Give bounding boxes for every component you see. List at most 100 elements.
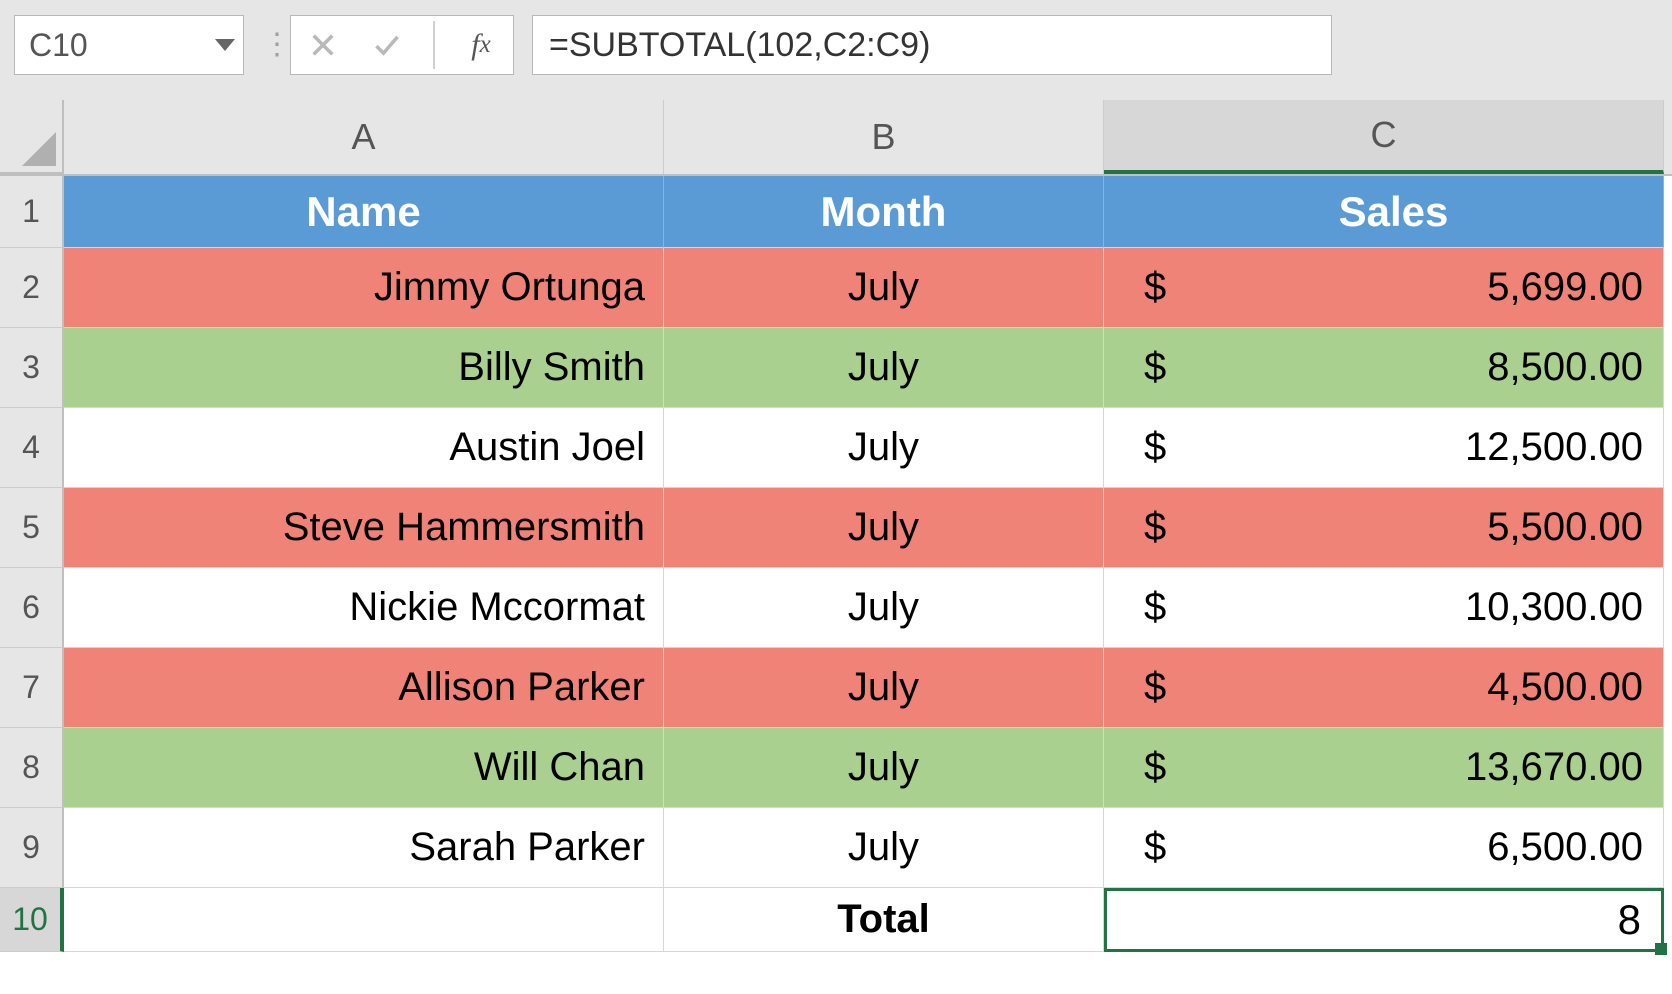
row-header[interactable]: 10 xyxy=(0,888,64,952)
cell-text: July xyxy=(848,585,919,630)
table-row: 9 Sarah Parker July $6,500.00 xyxy=(0,808,1672,888)
row-number: 2 xyxy=(22,269,40,306)
row-number: 5 xyxy=(22,509,40,546)
cell-total-label[interactable]: Total xyxy=(664,888,1104,952)
currency-symbol: $ xyxy=(1144,665,1166,710)
cell-text: Sarah Parker xyxy=(409,825,645,870)
data-rows: 1 Name Month Sales 2 Jimmy Ortunga July … xyxy=(0,176,1672,952)
row-number: 4 xyxy=(22,429,40,466)
cancel-formula-icon[interactable] xyxy=(305,27,341,63)
currency-symbol: $ xyxy=(1144,345,1166,390)
cell-empty[interactable] xyxy=(64,888,664,952)
cell-text: Billy Smith xyxy=(458,345,645,390)
cell-text: July xyxy=(848,265,919,310)
cell-month[interactable]: July xyxy=(664,648,1104,728)
cell-month[interactable]: July xyxy=(664,408,1104,488)
cell-text: Sales xyxy=(1339,188,1449,236)
cell-name[interactable]: Austin Joel xyxy=(64,408,664,488)
cell-sales[interactable]: $8,500.00 xyxy=(1104,328,1664,408)
formula-text: =SUBTOTAL(102,C2:C9) xyxy=(549,26,930,65)
insert-function-icon[interactable]: fx xyxy=(463,27,499,63)
row-number: 9 xyxy=(22,829,40,866)
cell-name[interactable]: Allison Parker xyxy=(64,648,664,728)
cell-text: 6,500.00 xyxy=(1166,825,1643,870)
enter-formula-icon[interactable] xyxy=(369,27,405,63)
cell-text: July xyxy=(848,665,919,710)
currency-symbol: $ xyxy=(1144,745,1166,790)
cell-text: 10,300.00 xyxy=(1166,585,1643,630)
cell-month[interactable]: July xyxy=(664,328,1104,408)
cell-total-value[interactable]: 8 xyxy=(1104,888,1664,952)
row-header[interactable]: 1 xyxy=(0,176,64,248)
cell-sales[interactable]: $12,500.00 xyxy=(1104,408,1664,488)
cell-text: Total xyxy=(837,897,930,942)
cell-text: 5,699.00 xyxy=(1166,265,1643,310)
cell-sales[interactable]: $4,500.00 xyxy=(1104,648,1664,728)
column-header-a[interactable]: A xyxy=(64,100,664,174)
cell-name[interactable]: Will Chan xyxy=(64,728,664,808)
header-cell-name[interactable]: Name xyxy=(64,176,664,248)
cell-sales[interactable]: $6,500.00 xyxy=(1104,808,1664,888)
row-number: 3 xyxy=(22,349,40,386)
cell-text: 5,500.00 xyxy=(1166,505,1643,550)
column-headers: A B C xyxy=(0,100,1672,176)
table-row: 8 Will Chan July $13,670.00 xyxy=(0,728,1672,808)
select-all-corner[interactable] xyxy=(0,100,64,174)
formula-bar-buttons: fx xyxy=(290,15,514,75)
currency-symbol: $ xyxy=(1144,265,1166,310)
cell-sales[interactable]: $5,500.00 xyxy=(1104,488,1664,568)
table-header-row: 1 Name Month Sales xyxy=(0,176,1672,248)
column-header-b[interactable]: B xyxy=(664,100,1104,174)
cell-text: Jimmy Ortunga xyxy=(374,265,645,310)
row-header[interactable]: 9 xyxy=(0,808,64,888)
row-header[interactable]: 4 xyxy=(0,408,64,488)
column-header-c[interactable]: C xyxy=(1104,100,1664,174)
table-row: 2 Jimmy Ortunga July $5,699.00 xyxy=(0,248,1672,328)
table-row: 4 Austin Joel July $12,500.00 xyxy=(0,408,1672,488)
name-box-value: C10 xyxy=(29,27,88,64)
cell-month[interactable]: July xyxy=(664,568,1104,648)
row-header[interactable]: 5 xyxy=(0,488,64,568)
cell-month[interactable]: July xyxy=(664,248,1104,328)
name-box-dropdown-icon[interactable] xyxy=(215,39,235,51)
cell-sales[interactable]: $10,300.00 xyxy=(1104,568,1664,648)
cell-name[interactable]: Steve Hammersmith xyxy=(64,488,664,568)
table-row: 7 Allison Parker July $4,500.00 xyxy=(0,648,1672,728)
row-header[interactable]: 8 xyxy=(0,728,64,808)
cell-text: Austin Joel xyxy=(449,425,645,470)
currency-symbol: $ xyxy=(1144,425,1166,470)
column-header-label: C xyxy=(1371,114,1397,156)
row-header[interactable]: 6 xyxy=(0,568,64,648)
cell-text: 8,500.00 xyxy=(1166,345,1643,390)
cell-month[interactable]: July xyxy=(664,808,1104,888)
header-cell-sales[interactable]: Sales xyxy=(1104,176,1664,248)
cell-text: Allison Parker xyxy=(398,665,645,710)
formula-input[interactable]: =SUBTOTAL(102,C2:C9) xyxy=(532,15,1332,75)
table-row: 6 Nickie Mccormat July $10,300.00 xyxy=(0,568,1672,648)
cell-text: Will Chan xyxy=(474,745,645,790)
cell-sales[interactable]: $13,670.00 xyxy=(1104,728,1664,808)
cell-month[interactable]: July xyxy=(664,488,1104,568)
row-header[interactable]: 3 xyxy=(0,328,64,408)
column-header-label: B xyxy=(871,116,895,158)
cell-name[interactable]: Sarah Parker xyxy=(64,808,664,888)
cell-text: July xyxy=(848,425,919,470)
currency-symbol: $ xyxy=(1144,585,1166,630)
cell-text: July xyxy=(848,825,919,870)
name-box[interactable]: C10 xyxy=(14,15,244,75)
table-total-row: 10 Total 8 xyxy=(0,888,1672,952)
cell-month[interactable]: July xyxy=(664,728,1104,808)
cell-text: 8 xyxy=(1618,896,1641,944)
row-number: 6 xyxy=(22,589,40,626)
cell-name[interactable]: Jimmy Ortunga xyxy=(64,248,664,328)
row-header[interactable]: 2 xyxy=(0,248,64,328)
cell-name[interactable]: Billy Smith xyxy=(64,328,664,408)
cell-sales[interactable]: $5,699.00 xyxy=(1104,248,1664,328)
row-header[interactable]: 7 xyxy=(0,648,64,728)
cell-text: July xyxy=(848,745,919,790)
cell-text: 12,500.00 xyxy=(1166,425,1643,470)
cell-name[interactable]: Nickie Mccormat xyxy=(64,568,664,648)
header-cell-month[interactable]: Month xyxy=(664,176,1104,248)
cell-text: Month xyxy=(821,188,947,236)
cell-text: July xyxy=(848,345,919,390)
